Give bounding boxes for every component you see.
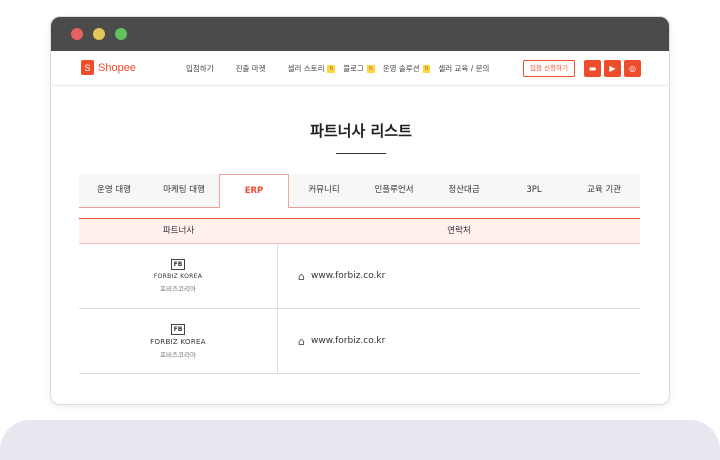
tab-erp[interactable]: ERP <box>219 174 289 208</box>
maximize-button[interactable] <box>115 28 127 40</box>
tab-education[interactable]: 교육 기관 <box>569 174 639 207</box>
title-underline <box>336 153 386 154</box>
tab-operation[interactable]: 운영 대행 <box>79 174 149 207</box>
category-tabs: 운영 대행 마케팅 대행 ERP 커뮤니티 인플루언서 정산대금 3PL 교육 … <box>79 174 640 208</box>
nav-item[interactable]: 진출 마켓 <box>236 63 266 74</box>
partner-cell: FB FORBIZ KOREA 포비즈코리아 <box>79 309 278 373</box>
nav-item[interactable]: 블로그 N <box>343 63 375 74</box>
nav-label: 셀러 교육 / 문의 <box>438 64 490 73</box>
top-nav: S Shopee 입점하기 진출 마켓 셀러 스토리 N 블로그 N 운영 솔루션 N … <box>51 51 669 87</box>
logo-text: Shopee <box>98 61 136 74</box>
page-title: 파트너사 리스트 <box>310 122 412 140</box>
tab-3pl[interactable]: 3PL <box>499 174 569 207</box>
forbiz-logo: FB <box>170 259 186 270</box>
instagram-icon[interactable]: ◎ <box>624 60 641 77</box>
forbiz-logo: FB <box>170 323 186 335</box>
new-badge: N <box>327 64 336 73</box>
chat-icon[interactable]: ▬ <box>584 60 601 77</box>
contact-cell: ⌂ www.forbiz.co.kr <box>278 244 640 308</box>
partner-name-ko: 포비즈코리아 <box>160 350 196 359</box>
contact-cell: ⌂ www.forbiz.co.kr <box>278 309 640 373</box>
nav-label: 셀러 스토리 <box>287 64 325 73</box>
device-base <box>0 420 720 460</box>
new-badge: N <box>366 64 375 73</box>
partner-name-ko: 포비즈코리아 <box>160 285 196 293</box>
title-bar <box>51 17 669 51</box>
partner-cell: FB FORBIZ KOREA 포비즈코리아 <box>79 244 278 308</box>
youtube-icon[interactable]: ▶ <box>604 60 621 77</box>
header-contact: 연락처 <box>447 226 471 236</box>
browser-window: S Shopee 입점하기 진출 마켓 셀러 스토리 N 블로그 N 운영 솔루션 N … <box>50 16 670 405</box>
tab-community[interactable]: 커뮤니티 <box>289 174 359 207</box>
home-icon: ⌂ <box>298 334 305 348</box>
nav-menu: 입점하기 진출 마켓 셀러 스토리 N 블로그 N 운영 솔루션 N 셀러 교육 / … <box>186 63 511 74</box>
nav-label: 진출 마켓 <box>235 64 266 73</box>
nav-item[interactable]: 입점하기 <box>186 63 214 74</box>
partner-url[interactable]: www.forbiz.co.kr <box>311 271 385 281</box>
table-row: FB FORBIZ KOREA 포비즈코리아 ⌂ www.forbiz.co.kr <box>79 244 640 309</box>
shopee-bag-icon: S <box>81 60 94 75</box>
partner-name-en: FORBIZ KOREA <box>153 273 203 280</box>
home-icon: ⌂ <box>298 269 305 283</box>
partner-name-en: FORBIZ KOREA <box>150 337 206 346</box>
table-header: 파트너사 연락처 <box>79 218 640 244</box>
tab-settlement[interactable]: 정산대금 <box>429 174 499 207</box>
apply-button[interactable]: 입점 신청하기 <box>523 60 575 77</box>
nav-item[interactable]: 운영 솔루션 N <box>383 63 431 74</box>
shopee-logo[interactable]: S Shopee <box>81 60 136 75</box>
table-row: FB FORBIZ KOREA 포비즈코리아 ⌂ www.forbiz.co.kr <box>79 309 640 374</box>
minimize-button[interactable] <box>93 28 105 40</box>
nav-label: 입점하기 <box>186 64 214 73</box>
close-button[interactable] <box>71 28 83 40</box>
new-badge: N <box>422 64 431 73</box>
nav-label: 블로그 <box>343 64 364 73</box>
header-partner: 파트너사 <box>162 226 195 236</box>
nav-item[interactable]: 셀러 스토리 N <box>288 63 336 74</box>
nav-item[interactable]: 셀러 교육 / 문의 <box>438 63 489 74</box>
nav-label: 운영 솔루션 <box>382 64 420 73</box>
tab-influencer[interactable]: 인플루언서 <box>359 174 429 207</box>
partner-url[interactable]: www.forbiz.co.kr <box>311 336 385 346</box>
tab-marketing[interactable]: 마케팅 대행 <box>149 174 219 207</box>
